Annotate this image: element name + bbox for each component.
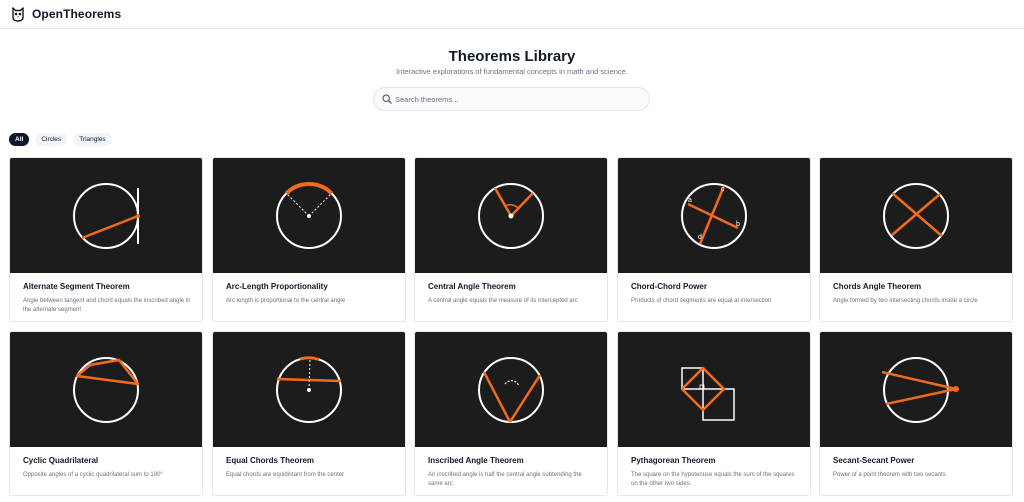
card-title: Arc-Length Proportionality <box>226 282 328 291</box>
search-box[interactable] <box>373 87 650 111</box>
cyclic-quadrilateral-diagram <box>73 357 140 423</box>
theorem-card-chord-chord-power[interactable]: a b c d Chord-Chord Power Products of ch… <box>617 157 811 322</box>
card-thumbnail <box>820 158 1012 273</box>
card-title: Alternate Segment Theorem <box>23 282 130 291</box>
card-description: Power of a point theorem with two secant… <box>833 472 946 478</box>
card-description: Opposite angles of a cyclic quadrilatera… <box>23 472 163 478</box>
theorem-card-secant-secant[interactable]: Secant-Secant Power Power of a point the… <box>819 331 1013 496</box>
card-description: Products of chord segments are equal at … <box>631 298 772 304</box>
card-description: A central angle equals the measure of it… <box>428 298 578 304</box>
card-thumbnail <box>820 332 1012 447</box>
card-title: Equal Chords Theorem <box>226 456 315 465</box>
label-c: c <box>721 186 725 193</box>
chords-angle-diagram <box>883 183 949 249</box>
card-title: Inscribed Angle Theorem <box>428 456 524 465</box>
card-title: Pythagorean Theorem <box>631 456 716 465</box>
filter-circles[interactable]: Circles <box>35 133 68 146</box>
search-input[interactable] <box>395 91 635 107</box>
card-thumbnail <box>10 332 202 447</box>
card-description: Equal chords are equidistant from the ce… <box>226 472 345 478</box>
theorem-card-central-angle[interactable]: Central Angle Theorem A central angle eq… <box>414 157 608 322</box>
card-thumbnail <box>213 332 405 447</box>
theorem-card-pythagorean[interactable]: Pythagorean Theorem The square on the hy… <box>617 331 811 496</box>
page-subtitle: Interactive explorations of fundamental … <box>396 67 628 76</box>
label-a: a <box>688 197 692 204</box>
filter-all[interactable]: All <box>9 133 30 146</box>
card-title: Chords Angle Theorem <box>833 282 922 291</box>
owl-icon[interactable] <box>11 6 25 22</box>
card-title: Secant-Secant Power <box>833 456 915 465</box>
arc-length-diagram <box>276 182 342 249</box>
filter-triangles[interactable]: Triangles <box>73 133 112 146</box>
alternate-segment-diagram <box>73 183 140 249</box>
card-thumbnail <box>213 158 405 273</box>
chord-chord-diagram: a b c d <box>681 183 747 249</box>
card-description: Angle between tangent and chord equals t… <box>23 298 191 313</box>
label-d: d <box>698 234 702 241</box>
pythagorean-diagram <box>680 366 735 421</box>
card-description: The square on the hypotenuse equals the … <box>631 472 795 487</box>
theorem-card-alternate-segment[interactable]: Alternate Segment Theorem Angle between … <box>9 157 203 322</box>
top-bar: OpenTheorems <box>0 0 1024 29</box>
page-title: Theorems Library <box>448 48 576 65</box>
filter-chips: All Circles Triangles <box>9 133 112 146</box>
card-thumbnail <box>618 332 810 447</box>
search-icon <box>382 94 392 104</box>
card-description: An inscribed angle is half the central a… <box>428 472 582 487</box>
brand-name[interactable]: OpenTheorems <box>32 7 121 21</box>
theorem-card-inscribed-angle[interactable]: Inscribed Angle Theorem An inscribed ang… <box>414 331 608 496</box>
secant-secant-diagram <box>881 357 959 423</box>
card-thumbnail <box>10 158 202 273</box>
central-angle-diagram <box>478 183 544 249</box>
card-thumbnail: a b c d <box>618 158 810 273</box>
card-title: Cyclic Quadrilateral <box>23 456 99 465</box>
card-thumbnail <box>415 158 607 273</box>
equal-chords-diagram <box>276 356 342 423</box>
card-description: Angle formed by two intersecting chords … <box>833 298 978 304</box>
card-title: Central Angle Theorem <box>428 282 516 291</box>
label-b: b <box>736 221 740 228</box>
theorem-card-cyclic-quadrilateral[interactable]: Cyclic Quadrilateral Opposite angles of … <box>9 331 203 496</box>
inscribed-angle-diagram <box>478 357 544 423</box>
card-title: Chord-Chord Power <box>631 282 707 291</box>
theorem-card-chords-angle[interactable]: Chords Angle Theorem Angle formed by two… <box>819 157 1013 322</box>
theorem-card-equal-chords[interactable]: Equal Chords Theorem Equal chords are eq… <box>212 331 406 496</box>
card-thumbnail <box>415 332 607 447</box>
card-description: Arc length is proportional to the centra… <box>226 298 346 304</box>
theorem-card-arc-length[interactable]: Arc-Length Proportionality Arc length is… <box>212 157 406 322</box>
